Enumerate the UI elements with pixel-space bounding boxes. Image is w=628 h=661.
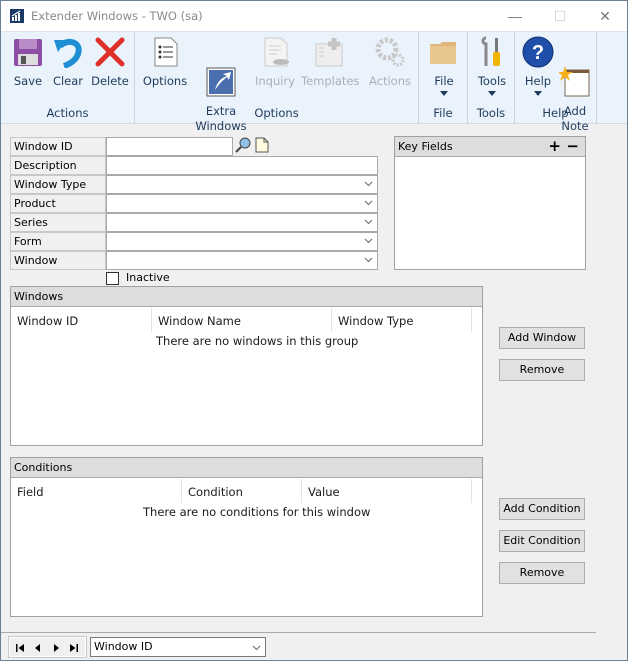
footer-divider <box>1 632 596 633</box>
product-label: Product <box>10 194 106 213</box>
red-x-icon <box>94 36 126 68</box>
group-label-file: File <box>433 106 453 120</box>
window-label: Window <box>10 251 106 270</box>
description-label: Description <box>10 156 106 175</box>
options-button[interactable]: Options <box>141 36 189 89</box>
key-fields-title: Key Fields <box>398 140 453 153</box>
inquiry-button[interactable]: Inquiry <box>253 36 297 89</box>
next-record-icon[interactable] <box>50 641 62 655</box>
app-logo-icon <box>10 9 24 23</box>
help-menu-button[interactable]: ? Help <box>521 36 555 96</box>
extender-windows-window: Extender Windows - TWO (sa) — ☐ ✕ Save C… <box>0 0 628 661</box>
column-header-window-type[interactable]: Window Type <box>332 308 472 332</box>
lookup-magnifier-icon[interactable] <box>234 136 252 154</box>
ribbon-group-file: File File <box>419 32 468 124</box>
add-window-button[interactable]: Add Window <box>499 327 585 349</box>
maximize-button[interactable]: ☐ <box>546 5 574 27</box>
windows-panel-header: Windows <box>11 287 482 307</box>
add-key-field-button[interactable]: + <box>548 137 561 155</box>
sort-by-select[interactable]: Window ID <box>90 637 266 657</box>
templates-icon <box>314 36 346 68</box>
clear-button[interactable]: Clear <box>51 36 85 89</box>
remove-condition-button[interactable]: Remove <box>499 562 585 584</box>
conditions-panel-header: Conditions <box>11 458 482 478</box>
remove-window-button[interactable]: Remove <box>499 359 585 381</box>
conditions-empty-message: There are no conditions for this window <box>143 505 371 519</box>
previous-record-icon[interactable] <box>32 641 44 655</box>
gears-icon <box>374 36 406 68</box>
add-condition-button[interactable]: Add Condition <box>499 498 585 520</box>
series-label: Series <box>10 213 106 232</box>
file-menu-button[interactable]: File <box>425 36 463 96</box>
delete-button[interactable]: Delete <box>89 36 131 89</box>
minimize-button[interactable]: — <box>501 5 529 27</box>
title-bar: Extender Windows - TWO (sa) — ☐ ✕ <box>1 1 627 31</box>
form-label: Form <box>10 232 106 251</box>
window-id-input[interactable] <box>106 137 233 156</box>
extra-windows-icon <box>205 51 237 97</box>
chevron-down-icon <box>364 238 373 244</box>
group-label-help: Help <box>542 106 569 120</box>
ribbon: Save Clear Delete Actions Options Extra … <box>1 31 627 133</box>
dropdown-caret-icon <box>534 91 542 96</box>
edit-condition-button[interactable]: Edit Condition <box>499 530 585 552</box>
chevron-down-icon <box>364 181 373 187</box>
group-label-options: Options <box>254 106 299 120</box>
help-icon: ? <box>522 36 554 68</box>
undo-arrow-icon <box>52 36 84 69</box>
tools-icon <box>476 36 508 68</box>
key-fields-header: Key Fields + − <box>395 137 585 157</box>
chevron-down-icon <box>364 200 373 206</box>
key-fields-panel: Key Fields + − <box>394 136 586 270</box>
window-type-label: Window Type <box>10 175 106 194</box>
floppy-disk-icon <box>12 36 44 68</box>
chevron-down-icon <box>364 257 373 263</box>
ribbon-group-tools: Tools Tools <box>468 32 515 124</box>
chevron-down-icon <box>252 645 261 651</box>
product-select[interactable] <box>106 194 378 213</box>
window-type-select[interactable] <box>106 175 378 194</box>
conditions-panel: Conditions Field Condition Value There a… <box>10 457 483 617</box>
description-input[interactable] <box>106 156 378 175</box>
column-header-window-name[interactable]: Window Name <box>152 308 332 332</box>
window-select[interactable] <box>106 251 378 270</box>
window-title: Extender Windows - TWO (sa) <box>31 9 203 23</box>
tools-menu-button[interactable]: Tools <box>473 36 511 96</box>
group-label-tools: Tools <box>476 106 506 120</box>
templates-button[interactable]: Templates <box>301 36 359 89</box>
new-note-icon[interactable] <box>253 136 271 154</box>
dropdown-caret-icon <box>488 91 496 96</box>
form-select[interactable] <box>106 232 378 251</box>
inactive-checkbox[interactable] <box>106 272 119 285</box>
actions-button[interactable]: Actions <box>365 36 415 89</box>
series-select[interactable] <box>106 213 378 232</box>
inquiry-icon <box>259 36 291 68</box>
group-label-actions: Actions <box>46 106 89 120</box>
dropdown-caret-icon <box>440 91 448 96</box>
windows-empty-message: There are no windows in this group <box>156 334 359 348</box>
close-button[interactable]: ✕ <box>591 5 619 27</box>
column-header-field[interactable]: Field <box>11 479 182 503</box>
record-navigator <box>8 636 87 658</box>
chevron-down-icon <box>364 219 373 225</box>
svg-text:?: ? <box>532 42 544 64</box>
options-list-icon <box>149 36 181 68</box>
remove-key-field-button[interactable]: − <box>566 137 579 155</box>
ribbon-group-actions: Save Clear Delete Actions <box>1 32 135 124</box>
ribbon-group-options: Options Extra Windows Inquiry Templates <box>135 32 419 133</box>
window-id-label: Window ID <box>10 137 106 156</box>
first-record-icon[interactable] <box>14 641 26 655</box>
windows-panel: Windows Window ID Window Name Window Typ… <box>10 286 483 446</box>
column-header-window-id[interactable]: Window ID <box>11 308 152 332</box>
inactive-label: Inactive <box>126 271 170 284</box>
last-record-icon[interactable] <box>68 641 80 655</box>
folder-icon <box>428 36 460 68</box>
column-header-value[interactable]: Value <box>302 479 472 503</box>
ribbon-group-help: ? Help Add Note Help <box>515 32 597 133</box>
note-icon <box>557 51 591 97</box>
save-button[interactable]: Save <box>9 36 47 89</box>
column-header-condition[interactable]: Condition <box>182 479 302 503</box>
